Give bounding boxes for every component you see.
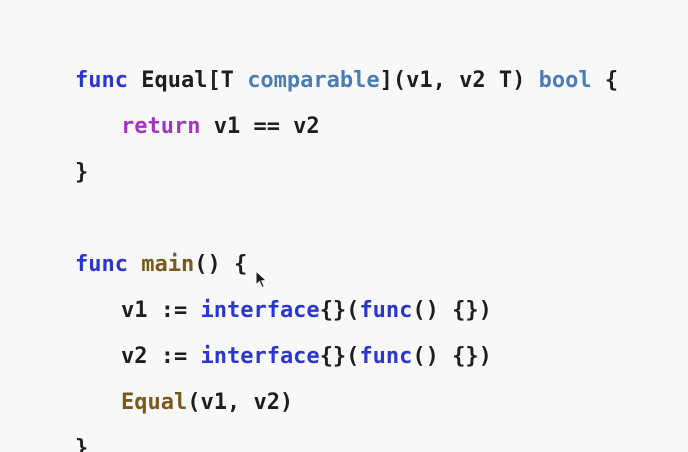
code-line-7: Equal(v1, v2) bbox=[68, 343, 293, 415]
code-line-5: v1 := interface{}(func() {}) bbox=[68, 251, 492, 323]
code-token: () {}) bbox=[412, 344, 492, 369]
code-editor[interactable]: func Equal[T comparable](v1, v2 T) bool … bbox=[0, 0, 688, 452]
code-line-8: } bbox=[22, 389, 88, 452]
type-bool: bool bbox=[538, 68, 592, 93]
code-line-2: return v1 == v2 bbox=[68, 67, 320, 139]
code-line-4: func main() { bbox=[22, 205, 247, 277]
code-line-6: v2 := interface{}(func() {}) bbox=[68, 297, 492, 369]
code-line-3: } bbox=[22, 113, 88, 185]
closing-brace: } bbox=[74, 160, 89, 185]
keyword-func: func bbox=[359, 344, 413, 369]
code-token: {}( bbox=[319, 344, 360, 369]
function-call-equal: Equal bbox=[120, 390, 188, 415]
code-token: ](v1, v2 T) bbox=[379, 68, 539, 93]
keyword-return: return bbox=[120, 114, 201, 139]
closing-brace: } bbox=[74, 436, 89, 452]
code-token: v1 == v2 bbox=[200, 114, 320, 139]
code-token: (v1, v2) bbox=[187, 390, 294, 415]
code-token: { bbox=[591, 68, 619, 93]
code-line-1: func Equal[T comparable](v1, v2 T) bool … bbox=[22, 21, 618, 93]
mouse-pointer-icon bbox=[255, 270, 268, 289]
